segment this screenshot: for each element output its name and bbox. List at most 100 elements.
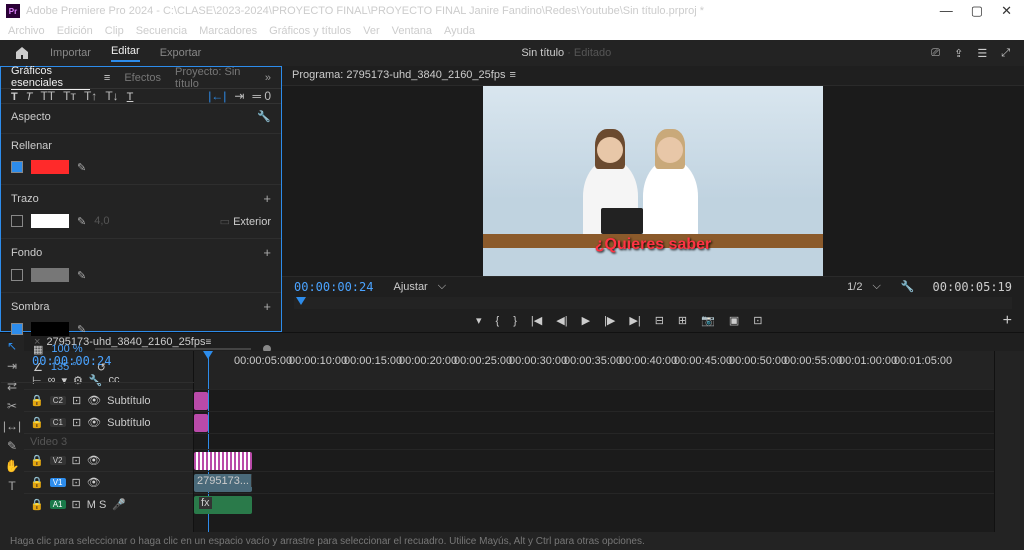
superscript-icon[interactable]: T↑	[84, 89, 97, 103]
bold-icon[interactable]: T	[11, 89, 18, 103]
pen-tool-icon[interactable]: ✎	[7, 439, 17, 453]
stroke-mode[interactable]: ▭ Exterior	[220, 215, 271, 228]
razor-tool-icon[interactable]: ✂	[7, 399, 17, 413]
go-to-in-icon[interactable]: |◀	[531, 314, 542, 327]
step-fwd-icon[interactable]: |▶	[604, 314, 615, 327]
clip-subtitle[interactable]	[194, 392, 208, 410]
eyedropper-icon[interactable]: ✎	[77, 161, 86, 174]
go-to-out-icon[interactable]: ▶|	[629, 314, 640, 327]
smallcaps-icon[interactable]: Tᴛ	[63, 89, 76, 103]
eyedropper-icon[interactable]: ✎	[77, 323, 86, 336]
tab-menu-icon[interactable]: ≡	[104, 72, 110, 84]
home-icon[interactable]	[14, 45, 30, 61]
bg-color-swatch[interactable]	[31, 268, 69, 282]
step-back-icon[interactable]: ◀|	[556, 314, 567, 327]
clip-video[interactable]: 2795173...fx	[194, 474, 252, 492]
export-frame-icon[interactable]: 📷	[701, 314, 715, 327]
compare-icon[interactable]: ▣	[729, 314, 739, 327]
stroke-color-swatch[interactable]	[31, 214, 69, 228]
bg-checkbox[interactable]	[11, 269, 23, 281]
hand-tool-icon[interactable]: ✋	[5, 459, 20, 473]
reset-icon[interactable]: ↺	[97, 361, 106, 374]
fullscreen-icon[interactable]: ⤢	[1001, 47, 1010, 60]
clip-graphic[interactable]	[194, 452, 252, 470]
tracking-icon[interactable]: ⇥	[234, 89, 244, 103]
menu-graficos[interactable]: Gráficos y títulos	[269, 25, 351, 37]
shadow-checkbox[interactable]	[11, 323, 23, 335]
tab-exportar[interactable]: Exportar	[160, 47, 202, 59]
maximize-icon[interactable]: ▢	[971, 3, 983, 19]
allcaps-icon[interactable]: TT	[40, 89, 55, 103]
app-logo: Pr	[6, 4, 20, 18]
kerning-icon[interactable]: |←|	[208, 89, 226, 103]
lift-icon[interactable]: ⊟	[655, 314, 664, 327]
menu-clip[interactable]: Clip	[105, 25, 124, 37]
menu-edicion[interactable]: Edición	[57, 25, 93, 37]
wrench-icon[interactable]: 🔧	[901, 280, 915, 293]
clip-subtitle[interactable]	[194, 414, 208, 432]
menu-ventana[interactable]: Ventana	[392, 25, 432, 37]
menu-secuencia[interactable]: Secuencia	[136, 25, 187, 37]
add-stroke-icon[interactable]: +	[263, 191, 271, 206]
italic-icon[interactable]: T	[26, 89, 33, 103]
audio-meter	[994, 351, 1024, 532]
caption-text: ¿Quieres saber	[595, 236, 712, 254]
underline-icon[interactable]: T	[127, 89, 134, 103]
menu-archivo[interactable]: Archivo	[8, 25, 45, 37]
type-tool-icon[interactable]: T	[8, 479, 15, 493]
fit-dropdown[interactable]: Ajustar	[393, 281, 427, 293]
subscript-icon[interactable]: T↓	[105, 89, 118, 103]
close-icon[interactable]: ✕	[1001, 3, 1012, 19]
eyedropper-icon[interactable]: ✎	[77, 269, 86, 282]
stroke-checkbox[interactable]	[11, 215, 23, 227]
workspace-menu-icon[interactable]: ☰	[977, 47, 987, 60]
program-monitor[interactable]: ¿Quieres saber	[483, 86, 823, 276]
menu-ayuda[interactable]: Ayuda	[444, 25, 475, 37]
clip-audio[interactable]: fx	[194, 496, 252, 514]
play-icon[interactable]: ▶	[582, 314, 590, 327]
in-point-icon[interactable]: {	[496, 315, 500, 327]
shadow-opacity[interactable]: 100 %	[51, 343, 82, 355]
baseline-icon[interactable]: ═ 0	[252, 89, 271, 103]
minimize-icon[interactable]: —	[940, 3, 953, 19]
extract-icon[interactable]: ⊞	[678, 314, 687, 327]
transport-controls: ▾ { } |◀ ◀| ▶ |▶ ▶| ⊟ ⊞ 📷 ▣ ⊡ +	[282, 309, 1024, 332]
menu-marcadores[interactable]: Marcadores	[199, 25, 257, 37]
window-title: Adobe Premiere Pro 2024 - C:\CLASE\2023-…	[26, 5, 704, 17]
playhead-icon[interactable]	[296, 297, 306, 305]
out-point-icon[interactable]: }	[513, 315, 517, 327]
wrench-icon[interactable]: 🔧	[257, 110, 271, 123]
program-tc-in[interactable]: 00:00:00:24	[294, 280, 373, 294]
timeline-tracks[interactable]: 00:00:05:00 00:00:10:00 00:00:15:00 00:0…	[194, 351, 994, 532]
tab-editar[interactable]: Editar	[111, 45, 140, 62]
menu-ver[interactable]: Ver	[363, 25, 380, 37]
safe-margins-icon[interactable]: ⊡	[753, 314, 762, 327]
workspace-tabs: Importar Editar Exportar Sin título · Ed…	[0, 40, 1024, 66]
tab-proyecto[interactable]: Proyecto: Sin título	[175, 66, 251, 90]
program-ruler[interactable]	[294, 297, 1012, 309]
zoom-dropdown[interactable]: 1/2	[847, 281, 862, 293]
label-fondo: Fondo	[11, 247, 42, 259]
tab-efectos[interactable]: Efectos	[124, 72, 161, 84]
tab-importar[interactable]: Importar	[50, 47, 91, 59]
marker-icon[interactable]: ▾	[476, 314, 482, 327]
add-shadow-icon[interactable]: +	[263, 299, 271, 314]
section-aspecto: Aspecto	[11, 111, 51, 123]
panel-overflow-icon[interactable]: »	[265, 72, 271, 84]
program-monitor-panel: Programa: 2795173-uhd_3840_2160_25fps ≡ …	[282, 66, 1024, 332]
fill-checkbox[interactable]	[11, 161, 23, 173]
add-bg-icon[interactable]: +	[263, 245, 271, 260]
button-editor-icon[interactable]: +	[1003, 312, 1012, 330]
shadow-color-swatch[interactable]	[31, 322, 69, 336]
stroke-width[interactable]: 4,0	[94, 215, 109, 227]
essential-graphics-panel: Gráficos esenciales ≡ Efectos Proyecto: …	[0, 66, 282, 332]
share-icon[interactable]: ⇪	[954, 47, 963, 60]
quick-export-icon[interactable]: ⎚	[931, 47, 940, 60]
slip-tool-icon[interactable]: |↔|	[3, 419, 21, 433]
tab-graficos-esenciales[interactable]: Gráficos esenciales	[11, 65, 90, 90]
shadow-angle[interactable]: 135 °	[51, 361, 77, 373]
eyedropper-icon[interactable]: ✎	[77, 215, 86, 228]
menu-bar: Archivo Edición Clip Secuencia Marcadore…	[0, 22, 1024, 40]
fill-color-swatch[interactable]	[31, 160, 69, 174]
time-ruler[interactable]: 00:00:05:00 00:00:10:00 00:00:15:00 00:0…	[194, 351, 994, 371]
